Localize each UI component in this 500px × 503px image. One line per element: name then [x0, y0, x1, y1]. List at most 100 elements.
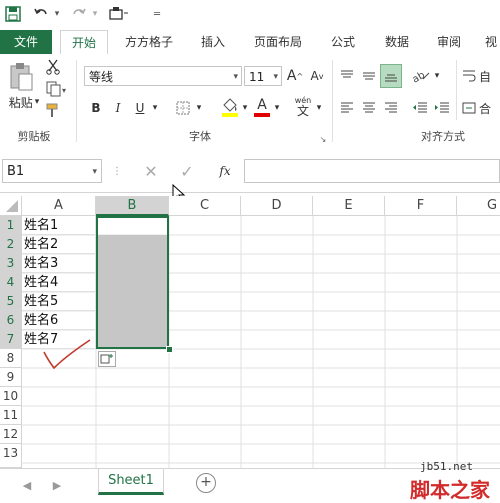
cell-a2[interactable]: 姓名2 [22, 235, 96, 254]
undo-icon[interactable] [30, 2, 52, 26]
border-dropdown-icon[interactable]: ▾ [194, 98, 204, 118]
shrink-font-button[interactable]: Av [308, 66, 326, 86]
wrap-text-button[interactable]: 自 [462, 66, 500, 86]
cell-a5[interactable]: 姓名5 [22, 292, 96, 311]
row-header-9[interactable]: 9 [0, 368, 22, 387]
quick-analysis-icon[interactable] [98, 351, 116, 367]
tab-home[interactable]: 开始 [60, 30, 108, 56]
phonetic-button[interactable]: wén 文 [292, 94, 314, 120]
orientation-dropdown-icon[interactable]: ▾ [432, 66, 442, 86]
cancel-icon[interactable]: ✕ [140, 160, 162, 182]
row-header-8[interactable]: 8 [0, 349, 22, 368]
row-header-13[interactable]: 13 [0, 444, 22, 468]
cell-a6[interactable]: 姓名6 [22, 311, 96, 330]
tab-review[interactable]: 审阅 [428, 30, 470, 54]
italic-button[interactable]: I [110, 98, 126, 118]
column-header-d[interactable]: D [241, 196, 313, 216]
fill-handle[interactable] [166, 346, 173, 353]
paste-label: 粘贴 [8, 95, 33, 110]
tab-formulas[interactable]: 公式 [322, 30, 364, 54]
redo-dropdown-icon[interactable]: ▾ [90, 2, 100, 26]
paste-dropdown-icon: ▾ [34, 97, 40, 107]
row-header-7[interactable]: 7 [0, 330, 22, 349]
row-header-10[interactable]: 10 [0, 387, 22, 406]
font-color-dropdown-icon[interactable]: ▾ [272, 98, 282, 118]
align-top-icon[interactable] [338, 66, 356, 86]
name-box[interactable]: B1 ▾ [2, 159, 102, 183]
tab-file[interactable]: 文件 [0, 30, 52, 54]
orientation-icon[interactable]: ab [410, 66, 432, 86]
column-header-a[interactable]: A [22, 196, 96, 216]
font-name-select[interactable]: 等线 ▾ [84, 66, 242, 86]
redo-icon[interactable] [68, 2, 90, 26]
cut-icon[interactable] [44, 58, 62, 76]
align-bottom-icon[interactable] [380, 64, 402, 88]
row-header-1[interactable]: 1 [0, 216, 22, 235]
svg-text:▾: ▾ [62, 86, 66, 95]
align-center-icon[interactable] [360, 98, 378, 118]
sheet-tab-sheet1[interactable]: Sheet1 [98, 469, 164, 495]
font-color-button[interactable]: A [252, 94, 272, 120]
group-divider [456, 60, 457, 120]
formula-input[interactable] [244, 159, 500, 183]
insert-function-icon[interactable]: fx [212, 160, 238, 182]
tab-data[interactable]: 数据 [376, 30, 418, 54]
row-header-3[interactable]: 3 [0, 254, 22, 273]
merge-center-button[interactable]: 合 [462, 98, 500, 118]
decrease-indent-icon[interactable] [410, 98, 430, 118]
row-header-11[interactable]: 11 [0, 406, 22, 425]
column-header-f[interactable]: F [385, 196, 457, 216]
bold-button[interactable]: B [88, 98, 104, 118]
font-size-select[interactable]: 11 ▾ [244, 66, 282, 86]
increase-indent-icon[interactable] [432, 98, 452, 118]
row-header-2[interactable]: 2 [0, 235, 22, 254]
worksheet-grid: A B C D E F G 1 2 3 4 5 6 7 8 9 10 11 12… [0, 196, 500, 468]
cell-a3[interactable]: 姓名3 [22, 254, 96, 273]
column-header-g[interactable]: G [457, 196, 500, 216]
scroll-right-icon[interactable]: ▶ [50, 475, 64, 495]
customize-icon[interactable]: ═ [150, 2, 164, 26]
add-sheet-icon[interactable]: + [196, 473, 216, 493]
tab-view[interactable]: 视 [482, 30, 500, 54]
enter-icon[interactable]: ✓ [176, 160, 198, 182]
tab-page-layout[interactable]: 页面布局 [246, 30, 310, 54]
underline-dropdown-icon[interactable]: ▾ [150, 98, 160, 118]
selection-range[interactable] [96, 216, 169, 349]
row-header-6[interactable]: 6 [0, 311, 22, 330]
clipboard-group-label: 剪贴板 [17, 130, 51, 143]
undo-dropdown-icon[interactable]: ▾ [52, 2, 62, 26]
select-all-corner[interactable] [0, 196, 22, 216]
dialog-launcher-icon[interactable]: ↘ [318, 134, 328, 144]
paste-icon[interactable] [6, 60, 36, 94]
column-header-e[interactable]: E [313, 196, 385, 216]
tab-insert[interactable]: 插入 [192, 30, 234, 54]
paste-button[interactable]: 粘贴 ▾ [4, 94, 44, 110]
watermark-name: 脚本之家 [410, 478, 490, 502]
tab-fangfang[interactable]: 方方格子 [116, 30, 182, 54]
row-header-5[interactable]: 5 [0, 292, 22, 311]
grow-font-button[interactable]: A ^ [286, 66, 304, 86]
phonetic-dropdown-icon[interactable]: ▾ [314, 98, 324, 118]
align-right-icon[interactable] [382, 98, 400, 118]
save-icon[interactable] [2, 2, 24, 26]
align-middle-icon[interactable] [360, 66, 378, 86]
scroll-left-icon[interactable]: ◀ [20, 475, 34, 495]
copy-icon[interactable]: ▾ [44, 80, 70, 98]
fill-color-dropdown-icon[interactable]: ▾ [240, 98, 250, 118]
border-icon[interactable] [174, 98, 192, 118]
column-header-c[interactable]: C [169, 196, 241, 216]
row-header-4[interactable]: 4 [0, 273, 22, 292]
more-icon: ⋮ [112, 165, 122, 177]
toolbar-tool-icon[interactable] [106, 2, 132, 26]
watermark-site: jb51.net [420, 460, 473, 473]
fill-color-icon[interactable] [220, 94, 240, 120]
row-header-12[interactable]: 12 [0, 425, 22, 444]
column-header-b[interactable]: B [96, 196, 169, 216]
format-painter-icon[interactable] [44, 102, 62, 120]
cell-a4[interactable]: 姓名4 [22, 273, 96, 292]
quick-access-toolbar: ▾ ▾ ═ [0, 0, 500, 30]
cell-a1[interactable]: 姓名1 [22, 216, 96, 235]
underline-button[interactable]: U [132, 98, 148, 118]
align-left-icon[interactable] [338, 98, 356, 118]
chevron-down-icon: ▾ [233, 72, 238, 82]
